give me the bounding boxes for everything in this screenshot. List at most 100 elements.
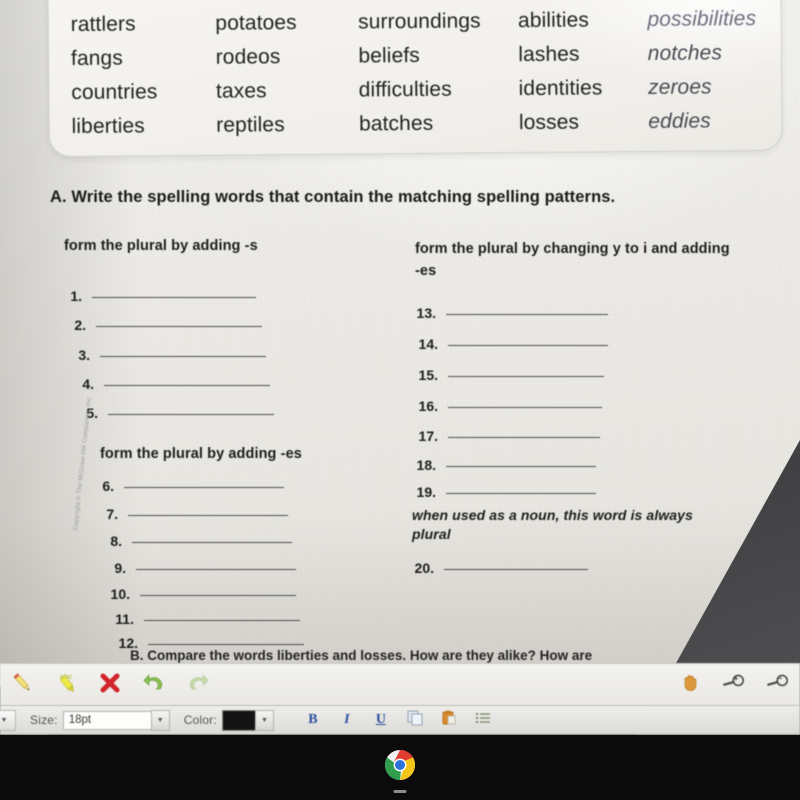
zoom-in-button[interactable]: + [712, 665, 756, 705]
zoom-out-icon: − [766, 671, 790, 700]
size-input[interactable]: 18pt [62, 710, 151, 730]
answer-line-6[interactable]: 6. [94, 478, 284, 494]
answer-line-17[interactable]: 17. [412, 428, 600, 444]
redo-button[interactable] [176, 665, 220, 705]
highlighter-tool-button[interactable]: abc [44, 665, 88, 705]
answer-blank[interactable] [448, 437, 600, 438]
answer-line-14[interactable]: 14. [412, 336, 608, 352]
line-number: 9. [114, 560, 126, 576]
answer-blank[interactable] [446, 314, 608, 315]
line-number: 10. [110, 586, 130, 602]
line-number: 11. [115, 611, 134, 627]
answer-blank[interactable] [132, 542, 292, 543]
answer-blank[interactable] [148, 644, 304, 645]
answer-line-10[interactable]: 10. [104, 586, 296, 602]
answer-line-3[interactable]: 3. [70, 347, 266, 363]
undo-button[interactable] [132, 665, 176, 705]
prompt-a-text: A. Write the spelling words that contain… [50, 188, 616, 206]
answer-blank[interactable] [104, 385, 270, 386]
annotation-toolbar: abc [0, 663, 800, 706]
answer-blank[interactable] [108, 414, 274, 415]
line-number: 20. [414, 560, 434, 576]
pencil-tool-button[interactable] [0, 665, 44, 705]
list-button[interactable] [466, 707, 500, 733]
chevron-down-icon: ▼ [156, 716, 164, 724]
app-running-indicator [393, 789, 407, 793]
svg-text:−: − [778, 674, 783, 683]
italic-button[interactable]: I [330, 707, 364, 733]
line-number: 4. [82, 376, 94, 392]
answer-line-1[interactable]: 1. [62, 288, 256, 304]
pan-tool-button[interactable] [668, 665, 712, 705]
answer-line-15[interactable]: 15. [412, 367, 604, 383]
word-bank-column-1: rattlers fangs countries liberties [49, 7, 217, 144]
word-bank-column-2: potatoes rodeos taxes reptiles [215, 5, 359, 142]
answer-blank[interactable] [100, 356, 266, 357]
answer-line-5[interactable]: 5. [78, 405, 274, 421]
answer-line-20[interactable]: 20. [408, 560, 588, 576]
word-item: difficulties [358, 77, 452, 102]
word-item: abilities [517, 8, 590, 33]
answer-blank[interactable] [144, 620, 300, 621]
heading-always-plural-noun: when used as a noun, this word is always… [412, 507, 693, 542]
os-taskbar [0, 735, 800, 800]
pan-hand-icon [679, 672, 701, 699]
redo-icon [186, 671, 210, 700]
chrome-icon [380, 745, 420, 790]
chevron-down-icon: ▼ [0, 716, 8, 724]
word-item: rattlers [70, 12, 136, 37]
overflow-dropdown-button[interactable]: ▼ [0, 709, 16, 731]
paste-button[interactable] [432, 707, 466, 733]
answer-blank[interactable] [448, 407, 602, 408]
answer-line-19[interactable]: 19. [410, 484, 596, 500]
word-item: identities [518, 76, 603, 101]
answer-blank[interactable] [448, 376, 604, 377]
paste-icon [440, 709, 458, 732]
answer-blank[interactable] [448, 345, 608, 346]
answer-line-8[interactable]: 8. [102, 533, 292, 549]
answer-blank[interactable] [136, 569, 296, 570]
copy-button[interactable] [398, 707, 432, 733]
line-number: 3. [78, 347, 90, 363]
answer-blank[interactable] [92, 297, 256, 298]
word-item: eddies [648, 109, 711, 133]
chrome-taskbar-button[interactable] [377, 745, 423, 793]
zoom-out-button[interactable]: − [756, 665, 800, 705]
answer-blank[interactable] [446, 493, 596, 494]
color-swatch[interactable] [221, 709, 255, 731]
heading-plural-s: form the plural by adding -s [64, 238, 258, 254]
answer-line-2[interactable]: 2. [66, 317, 262, 333]
answer-blank[interactable] [124, 487, 284, 488]
word-bank-column-4: abilities lashes identities losses [518, 3, 649, 140]
answer-line-7[interactable]: 7. [98, 506, 288, 522]
word-item: possibilities [647, 7, 757, 31]
bold-button[interactable]: B [296, 707, 330, 733]
line-number: 6. [102, 478, 114, 494]
prompt-b-text: B. Compare the words liberties and losse… [130, 648, 593, 663]
line-number: 17. [418, 428, 438, 444]
word-item: beliefs [358, 43, 420, 68]
answer-line-4[interactable]: 4. [74, 376, 270, 392]
word-item: taxes [215, 79, 267, 103]
color-dropdown-button[interactable]: ▼ [254, 709, 274, 731]
answer-line-13[interactable]: 13. [410, 305, 608, 321]
answer-blank[interactable] [444, 569, 588, 570]
color-label: Color: [183, 713, 217, 727]
word-item: liberties [71, 114, 145, 138]
answer-blank[interactable] [128, 515, 288, 516]
answer-blank[interactable] [140, 595, 296, 596]
answer-line-11[interactable]: 11. [108, 611, 300, 627]
word-bank-column-5: possibilities notches zeroes eddies [647, 2, 781, 139]
underline-button[interactable]: U [364, 707, 398, 733]
answer-line-9[interactable]: 9. [106, 560, 296, 576]
answer-blank[interactable] [96, 326, 262, 327]
answer-line-16[interactable]: 16. [412, 398, 602, 414]
answer-line-18[interactable]: 18. [410, 457, 596, 473]
word-item: fangs [70, 46, 123, 71]
delete-tool-button[interactable] [88, 665, 132, 705]
size-dropdown-button[interactable]: ▼ [150, 709, 170, 731]
word-item: batches [358, 111, 434, 136]
highlighter-icon: abc [52, 670, 80, 701]
answer-blank[interactable] [446, 466, 596, 467]
line-number: 16. [418, 398, 438, 414]
